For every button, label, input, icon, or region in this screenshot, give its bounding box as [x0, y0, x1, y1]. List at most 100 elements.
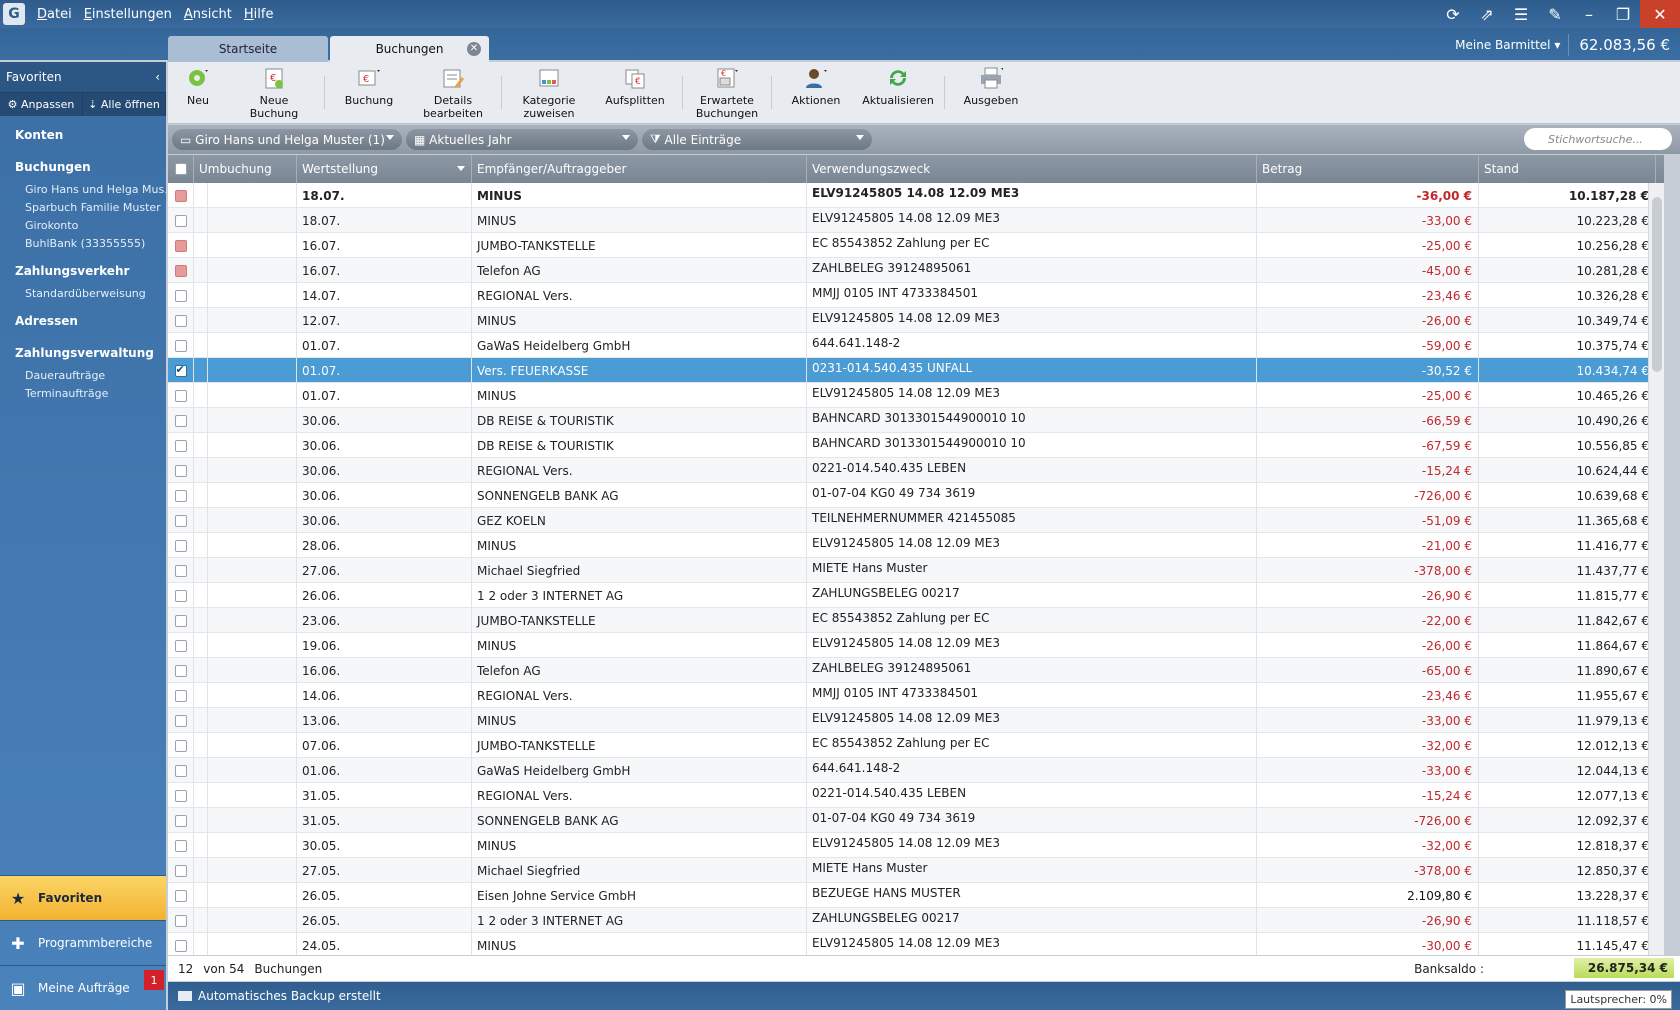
table-row[interactable]: 23.06. JUMBO-TANKSTELLE EC 85543852 Zahlun…	[168, 608, 1664, 633]
table-row[interactable]: 16.06. Telefon AG ZAHLBELEG 39124895061 -65…	[168, 658, 1664, 683]
external-link-icon[interactable]: ⇗	[1470, 0, 1504, 28]
vertical-scrollbar[interactable]	[1648, 183, 1664, 955]
account-name[interactable]: Meine Barmittel ▾	[1447, 34, 1570, 56]
table-row[interactable]: 28.06. MINUS ELV91245805 14.08 12.09 ME3 -2…	[168, 533, 1664, 558]
row-checkbox-cell[interactable]	[168, 333, 194, 358]
edit-icon[interactable]: ✎	[1538, 0, 1572, 28]
row-checkbox[interactable]	[174, 789, 187, 802]
col-umbuchung[interactable]: Umbuchung	[194, 155, 297, 183]
table-row[interactable]: 01.07. GaWaS Heidelberg GmbH 644.641.148-2…	[168, 333, 1664, 358]
menu-ansicht[interactable]: Ansicht	[184, 7, 232, 22]
row-checkbox-cell[interactable]	[168, 183, 194, 208]
neu-button[interactable]: Neu	[168, 62, 228, 123]
table-row[interactable]: 14.06. REGIONAL Vers. MMJJ 0105 INT 473338…	[168, 683, 1664, 708]
row-checkbox[interactable]	[174, 764, 187, 777]
row-checkbox-cell[interactable]	[168, 633, 194, 658]
table-row[interactable]: 27.05. Michael Siegfried MIETE Hans Muster…	[168, 858, 1664, 883]
nav-item-dauerauftraege[interactable]: Daueraufträge	[0, 366, 166, 384]
row-checkbox[interactable]	[174, 464, 187, 477]
row-checkbox-cell[interactable]	[168, 883, 194, 908]
table-row[interactable]: 27.06. Michael Siegfried MIETE Hans Muster…	[168, 558, 1664, 583]
table-row[interactable]: 01.07. MINUS ELV91245805 14.08 12.09 ME3 -2…	[168, 383, 1664, 408]
row-checkbox[interactable]	[174, 664, 187, 677]
table-row[interactable]: 14.07. REGIONAL Vers. MMJJ 0105 INT 473338…	[168, 283, 1664, 308]
table-row[interactable]: 13.06. MINUS ELV91245805 14.08 12.09 ME3 -3…	[168, 708, 1664, 733]
table-row[interactable]: 30.06. DB REISE & TOURISTIK BAHNCARD 30133…	[168, 408, 1664, 433]
row-checkbox-cell[interactable]	[168, 458, 194, 483]
row-checkbox[interactable]	[174, 814, 187, 827]
row-checkbox-cell[interactable]	[168, 733, 194, 758]
table-row[interactable]: 16.07. Telefon AG ZAHLBELEG 39124895061 -45…	[168, 258, 1664, 283]
row-checkbox-cell[interactable]	[168, 358, 194, 383]
menu-hilfe[interactable]: Hilfe	[244, 7, 274, 22]
col-wertstellung[interactable]: Wertstellung	[297, 155, 472, 183]
row-checkbox[interactable]	[174, 714, 187, 727]
row-checkbox[interactable]	[174, 289, 187, 302]
bottom-nav-areas[interactable]: ✚ Programmbereiche	[0, 920, 166, 965]
entries-filter-dropdown[interactable]: ⧩ Alle Einträge	[642, 129, 872, 150]
row-checkbox[interactable]	[174, 489, 187, 502]
nav-item-standardueberweisung[interactable]: Standardüberweisung	[0, 284, 166, 302]
table-row[interactable]: 30.05. MINUS ELV91245805 14.08 12.09 ME3 -3…	[168, 833, 1664, 858]
close-button[interactable]: ✕	[1640, 0, 1680, 28]
bottom-nav-orders[interactable]: ▣ Meine Aufträge 1	[0, 965, 166, 1010]
row-checkbox[interactable]	[174, 339, 187, 352]
row-checkbox[interactable]	[174, 539, 187, 552]
search-input[interactable]: Stichwortsuche...	[1524, 128, 1672, 150]
period-filter-dropdown[interactable]: ▦ Aktuelles Jahr	[406, 129, 638, 150]
row-checkbox[interactable]	[174, 889, 187, 902]
list-icon[interactable]: ☰	[1504, 0, 1538, 28]
row-checkbox-cell[interactable]	[168, 758, 194, 783]
nav-zahlungsverwaltung[interactable]: Zahlungsverwaltung	[0, 340, 166, 366]
row-checkbox-cell[interactable]	[168, 558, 194, 583]
row-checkbox-cell[interactable]	[168, 508, 194, 533]
row-checkbox[interactable]	[174, 564, 187, 577]
table-row[interactable]: 01.06. GaWaS Heidelberg GmbH 644.641.148-2…	[168, 758, 1664, 783]
col-empfaenger[interactable]: Empfänger/Auftraggeber	[472, 155, 807, 183]
tab-startseite[interactable]: Startseite	[168, 36, 328, 62]
row-checkbox[interactable]	[174, 389, 187, 402]
table-row[interactable]: 18.07. MINUS ELV91245805 14.08 12.09 ME3 -3…	[168, 208, 1664, 233]
row-checkbox[interactable]	[174, 439, 187, 452]
bottom-nav-favorites[interactable]: ★ Favoriten	[0, 875, 166, 920]
select-all-checkbox[interactable]	[168, 155, 194, 183]
table-row[interactable]: 18.07. MINUS ELV91245805 14.08 12.09 ME3 -3…	[168, 183, 1664, 208]
table-row[interactable]: 31.05. REGIONAL Vers. 0221-014.540.435 LEB…	[168, 783, 1664, 808]
nav-konten[interactable]: Konten	[0, 122, 166, 148]
table-row[interactable]: 31.05. SONNENGELB BANK AG 01-07-04 KG0 49 …	[168, 808, 1664, 833]
row-checkbox-cell[interactable]	[168, 483, 194, 508]
row-checkbox[interactable]	[174, 189, 187, 202]
nav-item-terminauftraege[interactable]: Terminaufträge	[0, 384, 166, 402]
open-all-button[interactable]: ⇣ Alle öffnen	[83, 93, 166, 116]
account-selector[interactable]: Meine Barmittel ▾ 62.083,56 €	[1447, 30, 1670, 60]
aufsplitten-button[interactable]: € Aufsplitten	[592, 62, 678, 123]
customize-button[interactable]: ⚙ Anpassen	[0, 93, 83, 116]
checkbox[interactable]	[174, 163, 187, 175]
col-stand[interactable]: Stand	[1479, 155, 1656, 183]
nav-buchungen[interactable]: Buchungen	[0, 154, 166, 180]
row-checkbox-cell[interactable]	[168, 833, 194, 858]
scrollbar-thumb[interactable]	[1652, 197, 1662, 372]
row-checkbox-cell[interactable]	[168, 658, 194, 683]
row-checkbox-cell[interactable]	[168, 258, 194, 283]
details-bearbeiten-button[interactable]: Details bearbeiten	[409, 62, 497, 123]
close-tab-icon[interactable]: ✕	[467, 42, 481, 56]
row-checkbox-cell[interactable]	[168, 683, 194, 708]
nav-item-girokonto[interactable]: Girokonto	[0, 216, 166, 234]
neue-buchung-button[interactable]: € Neue Buchung	[228, 62, 320, 123]
col-betrag[interactable]: Betrag	[1257, 155, 1479, 183]
row-checkbox[interactable]	[174, 314, 187, 327]
row-checkbox[interactable]	[174, 689, 187, 702]
table-row[interactable]: 30.06. SONNENGELB BANK AG 01-07-04 KG0 49 …	[168, 483, 1664, 508]
minimize-button[interactable]: –	[1572, 0, 1606, 28]
row-checkbox-cell[interactable]	[168, 783, 194, 808]
row-checkbox-cell[interactable]	[168, 383, 194, 408]
aktionen-button[interactable]: Aktionen	[776, 62, 856, 123]
row-checkbox[interactable]	[174, 363, 187, 377]
nav-adressen[interactable]: Adressen	[0, 308, 166, 334]
table-row[interactable]: 01.07.Vers. FEUERKASSE0231-014.540.435 U…	[168, 358, 1664, 383]
row-checkbox[interactable]	[174, 639, 187, 652]
row-checkbox-cell[interactable]	[168, 233, 194, 258]
row-checkbox-cell[interactable]	[168, 433, 194, 458]
row-checkbox-cell[interactable]	[168, 533, 194, 558]
